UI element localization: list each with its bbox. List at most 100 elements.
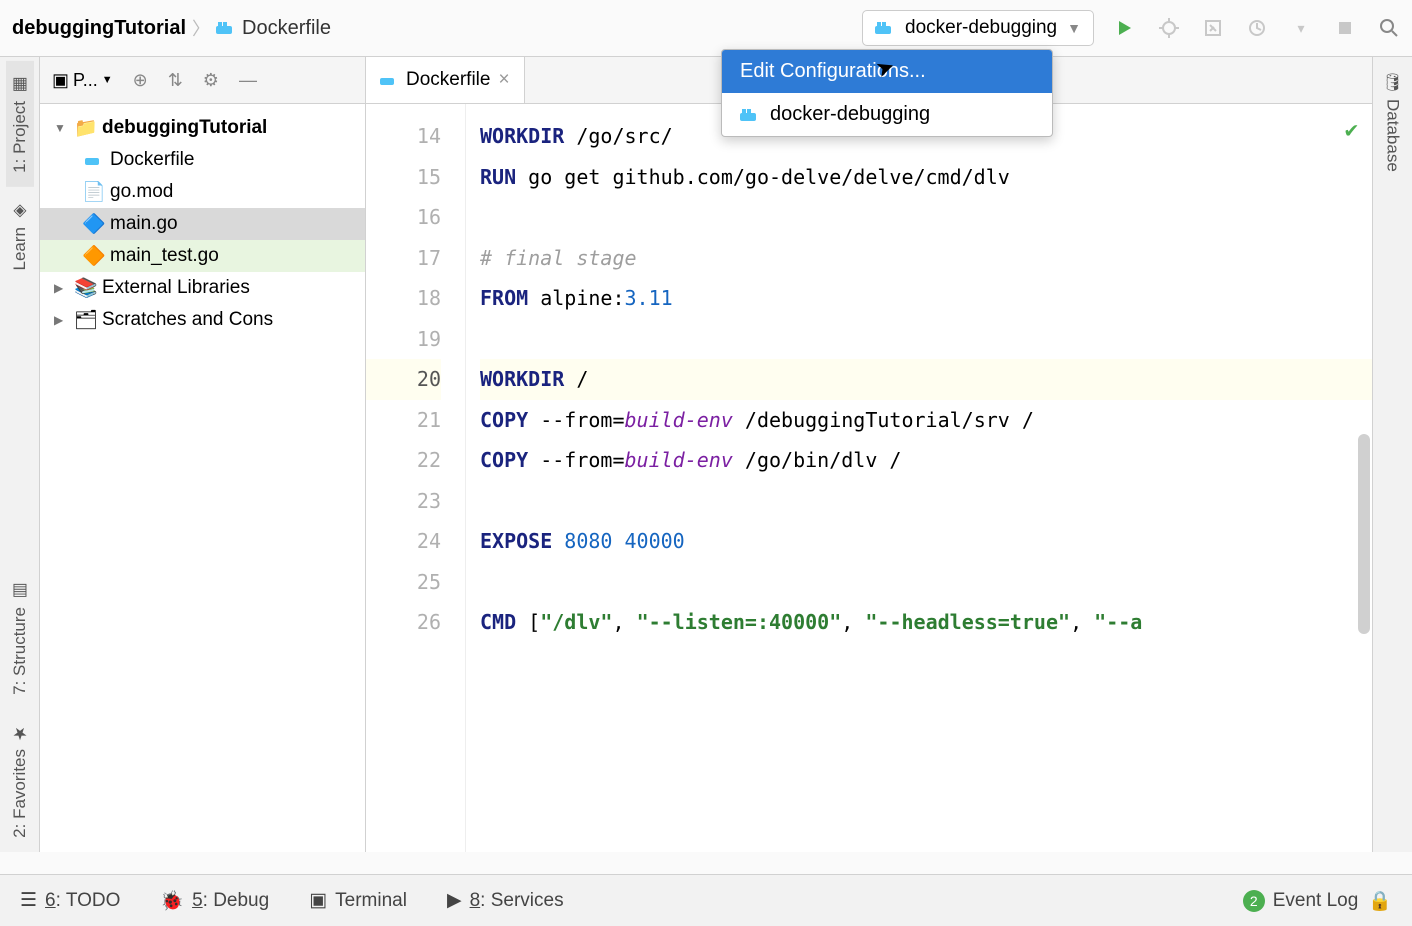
tree-scratches[interactable]: ▶ 🗂 Scratches and Cons [40,304,365,336]
tree-file-label: go.mod [110,181,173,203]
chevron-down-icon: ▼ [1067,20,1081,36]
status-bar: ☰ 6: TODO 🐞 5: Debug ▣ Terminal ▶ 8: Ser… [0,874,1412,926]
terminal-label: Terminal [335,890,407,912]
tree-root-label: debuggingTutorial [102,117,267,139]
project-tool-tab[interactable]: 1: Project ▦ [6,61,34,187]
chevron-down-icon: ▼ [102,74,113,86]
event-log-button[interactable]: 2 Event Log [1243,890,1359,912]
tree-file[interactable]: Dockerfile [40,144,365,176]
search-button[interactable] [1378,17,1400,39]
services-label: : Services [480,890,563,911]
file-icon: 📄 [84,183,104,201]
chevron-right-icon: ▶ [54,313,70,327]
debug-label: : Debug [203,890,270,911]
run-button[interactable] [1114,17,1136,39]
breadcrumb-file[interactable]: Dockerfile [242,17,331,40]
select-opened-icon[interactable]: ⊕ [133,70,148,91]
scrollbar[interactable] [1358,434,1370,634]
debug-button[interactable] [1158,17,1180,39]
todo-tool-button[interactable]: ☰ 6: TODO [20,889,120,912]
close-tab-icon[interactable]: × [498,69,509,91]
bug-icon: 🐞 [160,889,184,913]
breadcrumb-project[interactable]: debuggingTutorial [12,17,186,40]
todo-label: : TODO [56,890,121,911]
tree-file-label: Dockerfile [110,149,194,171]
learn-icon: ◈ [10,201,30,221]
todo-icon: ☰ [20,889,37,912]
database-tool-tab[interactable]: 🛢 Database [1379,57,1407,185]
project-view-label: P... [73,70,98,91]
run-config-label: docker-debugging [905,17,1057,39]
chevron-down-icon: ▼ [54,121,70,135]
learn-tool-tab[interactable]: Learn ◈ [6,187,34,284]
view-icon: ▣ [52,70,69,91]
project-tool-label: 1: Project [10,101,30,173]
tree-file[interactable]: 🔶 main_test.go [40,240,365,272]
run-config-item[interactable]: docker-debugging [722,93,1052,136]
hide-icon[interactable]: — [239,70,257,91]
favorites-tool-label: 2: Favorites [10,749,30,838]
expand-all-icon[interactable]: ⇅ [168,70,183,91]
coverage-button[interactable] [1202,17,1224,39]
editor-tab-label: Dockerfile [406,69,490,91]
tree-item-label: Scratches and Cons [102,309,273,331]
docker-icon [740,107,760,123]
event-count-badge: 2 [1243,890,1265,912]
go-test-icon: 🔶 [84,247,104,265]
breadcrumb[interactable]: debuggingTutorial 〉 Dockerfile [12,15,331,41]
debug-key: 5 [192,890,203,911]
services-tool-button[interactable]: ▶ 8: Services [447,889,564,912]
top-toolbar: debuggingTutorial 〉 Dockerfile docker-de… [0,0,1412,57]
check-icon: ✔ [1345,118,1358,143]
tree-file-selected[interactable]: 🔷 main.go [40,208,365,240]
todo-key: 6 [45,890,56,911]
library-icon: 📚 [76,279,96,297]
tree-file-label: main.go [110,213,178,235]
project-tree[interactable]: ▼ 📁 debuggingTutorial Dockerfile 📄 go.mo… [40,104,365,344]
tree-file[interactable]: 📄 go.mod [40,176,365,208]
editor: Dockerfile × 14151617181920212223242526 … [366,57,1372,852]
go-file-icon: 🔷 [84,215,104,233]
favorites-tool-tab[interactable]: 2: Favorites ★ [6,709,34,852]
star-icon: ★ [10,723,30,743]
dockerfile-icon [216,20,236,36]
tree-root[interactable]: ▼ 📁 debuggingTutorial [40,112,365,144]
structure-icon: ▤ [10,581,30,601]
services-key: 8 [470,890,481,911]
run-config-selector[interactable]: docker-debugging ▼ [862,10,1094,46]
folder-icon: 📁 [76,119,96,137]
lock-icon[interactable]: 🔒 [1368,889,1392,913]
left-tool-strip: 1: Project ▦ Learn ◈ 7: Structure ▤ 2: F… [0,57,40,852]
chevron-down-small-icon[interactable]: ▾ [1290,17,1312,39]
code-area[interactable]: WORKDIR /go/src/RUN go get github.com/go… [466,104,1372,852]
project-toolbar: ▣ P... ▼ ⊕ ⇅ ⚙ — [40,57,365,104]
editor-tab[interactable]: Dockerfile × [366,57,525,103]
project-panel: ▣ P... ▼ ⊕ ⇅ ⚙ — ▼ 📁 debuggingTutorial D… [40,57,366,852]
run-toolbar: ▾ [1114,17,1400,39]
database-icon: 🛢 [1383,71,1403,93]
database-tool-label: Database [1383,99,1403,172]
project-view-selector[interactable]: ▣ P... ▼ [52,70,113,91]
terminal-icon: ▣ [309,889,327,912]
dockerfile-icon [380,73,398,87]
gear-icon[interactable]: ⚙ [203,70,219,91]
debug-tool-button[interactable]: 🐞 5: Debug [160,889,269,913]
tree-item-label: External Libraries [102,277,250,299]
project-icon: ▦ [10,75,30,95]
tree-external-libs[interactable]: ▶ 📚 External Libraries [40,272,365,304]
structure-tool-tab[interactable]: 7: Structure ▤ [6,567,34,709]
services-icon: ▶ [447,889,462,912]
chevron-right-icon: 〉 [192,15,210,41]
docker-icon [875,20,895,36]
scratch-icon: 🗂 [76,311,96,329]
run-config-item-label: docker-debugging [770,103,930,126]
chevron-right-icon: ▶ [54,281,70,295]
structure-tool-label: 7: Structure [10,607,30,695]
event-log-label: Event Log [1273,890,1359,912]
terminal-tool-button[interactable]: ▣ Terminal [309,889,407,912]
stop-button[interactable] [1334,17,1356,39]
line-gutter: 14151617181920212223242526 [366,104,466,852]
editor-body[interactable]: 14151617181920212223242526 WORKDIR /go/s… [366,104,1372,852]
profile-button[interactable] [1246,17,1268,39]
learn-tool-label: Learn [10,227,30,270]
